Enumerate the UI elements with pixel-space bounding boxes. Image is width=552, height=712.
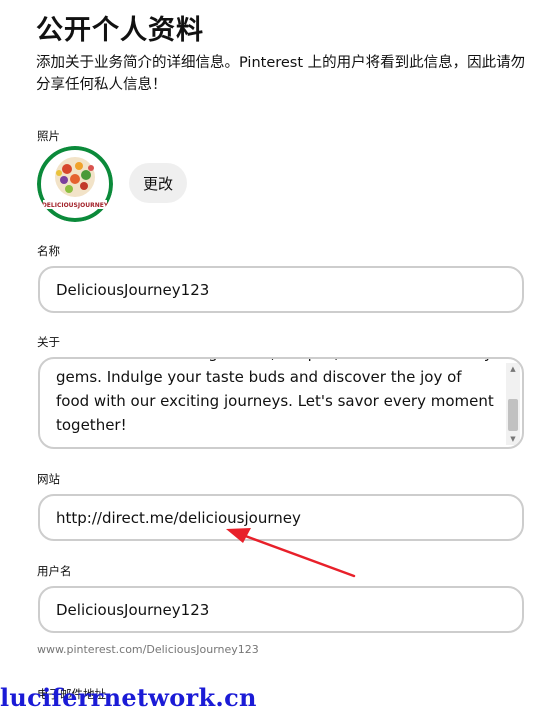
watermark: luciferrnetwork.cn xyxy=(0,683,257,712)
annotation-arrow-icon xyxy=(226,528,356,578)
